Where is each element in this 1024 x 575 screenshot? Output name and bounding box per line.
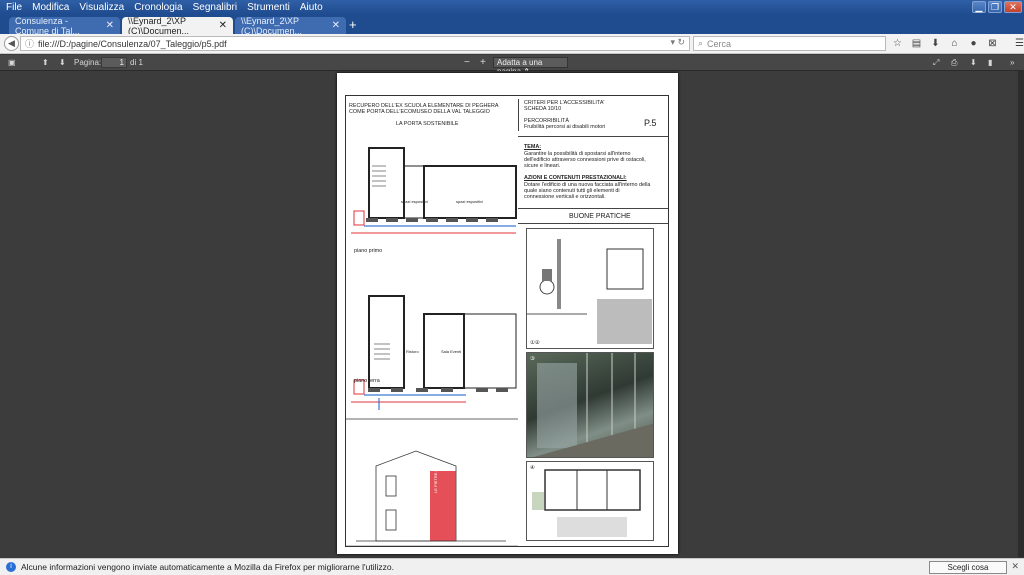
close-notification-icon[interactable]: ✕ bbox=[1011, 561, 1019, 572]
page-info-icon[interactable]: ⓘ bbox=[25, 37, 34, 50]
azioni-title: AZIONI E CONTENUTI PRESTAZIONALI: bbox=[524, 175, 627, 181]
glass-facade-photo: ③ bbox=[526, 352, 654, 458]
image-number-4: ④ bbox=[530, 465, 535, 471]
zoom-select[interactable]: Adatta a una pagina ⇕ bbox=[493, 57, 568, 76]
menu-strumenti[interactable]: Strumenti bbox=[247, 2, 290, 13]
notification-text: Alcune informazioni vengono inviate auto… bbox=[21, 562, 394, 572]
tema-text-3: sicure e lineari. bbox=[524, 163, 561, 169]
next-page-icon[interactable]: ⬇ bbox=[59, 57, 66, 69]
sheet-code: P.5 bbox=[644, 118, 657, 128]
url-bar[interactable]: ⓘ file:///D:/pagine/Consulenza/07_Talegg… bbox=[20, 36, 690, 51]
room-label-d: Sala Eventi bbox=[441, 349, 462, 354]
menu-bar: File Modifica Visualizza Cronologia Segn… bbox=[0, 0, 1024, 15]
addon-icon[interactable]: ⊠ bbox=[987, 37, 998, 50]
tab-label: \\Eynard_2\XP (C)\Documen... bbox=[241, 15, 303, 36]
azioni-text-3: connessione verticali e orizzontali. bbox=[524, 194, 606, 200]
pdf-page: RECUPERO DELL'EX SCUOLA ELEMENTARE DI PE… bbox=[337, 73, 678, 554]
floor-label-primo: piano primo bbox=[354, 248, 383, 254]
menu-icon[interactable]: ☰ bbox=[1014, 37, 1024, 50]
room-label-c: Ristoro bbox=[406, 349, 419, 354]
sidebar-toggle-icon[interactable]: ▣ bbox=[8, 57, 16, 69]
image-number-1-2: ①② bbox=[530, 340, 540, 346]
tab-document-2[interactable]: \\Eynard_2\XP (C)\Documen... ✕ bbox=[235, 15, 346, 36]
page-total: di 1 bbox=[130, 58, 143, 67]
chat-icon[interactable]: ● bbox=[968, 37, 979, 50]
menu-aiuto[interactable]: Aiuto bbox=[300, 2, 323, 13]
new-tab-button[interactable]: + bbox=[349, 17, 357, 32]
close-tab-icon[interactable]: ✕ bbox=[219, 20, 227, 31]
search-placeholder: Cerca bbox=[707, 38, 732, 49]
reload-icon[interactable]: ▾ ↻ bbox=[670, 37, 685, 48]
home-icon[interactable]: ⌂ bbox=[949, 37, 960, 50]
zoom-in-icon[interactable]: + bbox=[480, 57, 486, 69]
menu-modifica[interactable]: Modifica bbox=[32, 2, 69, 13]
info-icon: i bbox=[6, 562, 16, 572]
search-icon: ⌕ bbox=[698, 38, 704, 48]
header-left-line2: COME PORTA DELL'ECOMUSEO DELLA VAL TALEG… bbox=[349, 109, 490, 115]
category-sub: Fruibilità percorsi ai disabili motori bbox=[524, 124, 606, 130]
floor-label-terra: piano terra bbox=[354, 378, 380, 384]
tab-label: \\Eynard_2\XP (C)\Documen... bbox=[128, 15, 190, 36]
bookmark-star-icon[interactable]: ☆ bbox=[892, 37, 903, 50]
menu-visualizza[interactable]: Visualizza bbox=[79, 2, 124, 13]
navigation-bar: ◀ ⓘ file:///D:/pagine/Consulenza/07_Tale… bbox=[0, 34, 1024, 54]
pdf-viewer: RECUPERO DELL'EX SCUOLA ELEMENTARE DI PE… bbox=[0, 71, 1024, 557]
sheet-subtitle: LA PORTA SOSTENIBILE bbox=[396, 121, 459, 127]
close-tab-icon[interactable]: ✕ bbox=[332, 20, 340, 31]
vertical-scrollbar[interactable] bbox=[1018, 71, 1024, 557]
menu-segnalibri[interactable]: Segnalibri bbox=[193, 2, 237, 13]
previous-page-icon[interactable]: ⬆ bbox=[42, 57, 49, 69]
page-label: Pagina: bbox=[74, 58, 102, 67]
minimize-button[interactable]: ▁ bbox=[972, 1, 986, 13]
room-label-b: spazi espositivi bbox=[456, 199, 483, 204]
url-text: file:///D:/pagine/Consulenza/07_Taleggio… bbox=[38, 38, 227, 49]
pdf-toolbar: ▣ ⬆ ⬇ Pagina: 1 di 1 − + Adatta a una pa… bbox=[0, 55, 1024, 76]
restore-button[interactable]: ❐ bbox=[988, 1, 1002, 13]
zoom-out-icon[interactable]: − bbox=[464, 57, 470, 69]
menu-file[interactable]: File bbox=[6, 2, 22, 13]
room-label-a: spazi espositivi bbox=[401, 199, 428, 204]
tools-icon[interactable]: » bbox=[1010, 57, 1014, 69]
plan-section-image: ④ bbox=[526, 461, 654, 541]
header-right-line2: SCHEDA 10/10 bbox=[524, 106, 562, 112]
save-icon[interactable]: ⬇ bbox=[970, 57, 977, 69]
back-button[interactable]: ◀ bbox=[4, 36, 19, 51]
menu-cronologia[interactable]: Cronologia bbox=[134, 2, 182, 13]
facade-label: LE PIETRE DELLA VALLE bbox=[433, 445, 438, 493]
download-icon[interactable]: ⬇ bbox=[930, 37, 941, 50]
bookmark-icon[interactable]: ▮ bbox=[988, 57, 992, 69]
print-icon[interactable]: ⎙ bbox=[951, 57, 957, 69]
buone-pratiche-title: BUONE PRATICHE bbox=[569, 213, 631, 220]
notification-bar: i Alcune informazioni vengono inviate au… bbox=[0, 558, 1024, 575]
choose-what-to-share-button[interactable]: Scegli cosa condividere bbox=[929, 561, 1007, 575]
accessibility-diagram-image: ①② bbox=[526, 228, 654, 349]
close-window-button[interactable]: ✕ bbox=[1004, 1, 1022, 13]
tab-label: Consulenza - Comune di Tal... bbox=[15, 15, 80, 36]
floor-plans-drawing bbox=[346, 147, 518, 546]
tab-consulenza[interactable]: Consulenza - Comune di Tal... ✕ bbox=[9, 15, 120, 36]
image-number-3: ③ bbox=[530, 356, 535, 362]
fullscreen-icon[interactable]: ⤢ bbox=[933, 57, 939, 69]
tab-strip: Consulenza - Comune di Tal... ✕ \\Eynard… bbox=[0, 15, 1024, 36]
close-tab-icon[interactable]: ✕ bbox=[106, 20, 114, 31]
tema-title: TEMA: bbox=[524, 144, 542, 150]
page-number-input[interactable]: 1 bbox=[101, 57, 127, 68]
library-icon[interactable]: ▤ bbox=[911, 37, 922, 50]
search-input[interactable]: ⌕ Cerca bbox=[693, 36, 886, 51]
tab-document-1[interactable]: \\Eynard_2\XP (C)\Documen... ✕ bbox=[122, 15, 233, 36]
sheet-frame: RECUPERO DELL'EX SCUOLA ELEMENTARE DI PE… bbox=[345, 95, 669, 547]
